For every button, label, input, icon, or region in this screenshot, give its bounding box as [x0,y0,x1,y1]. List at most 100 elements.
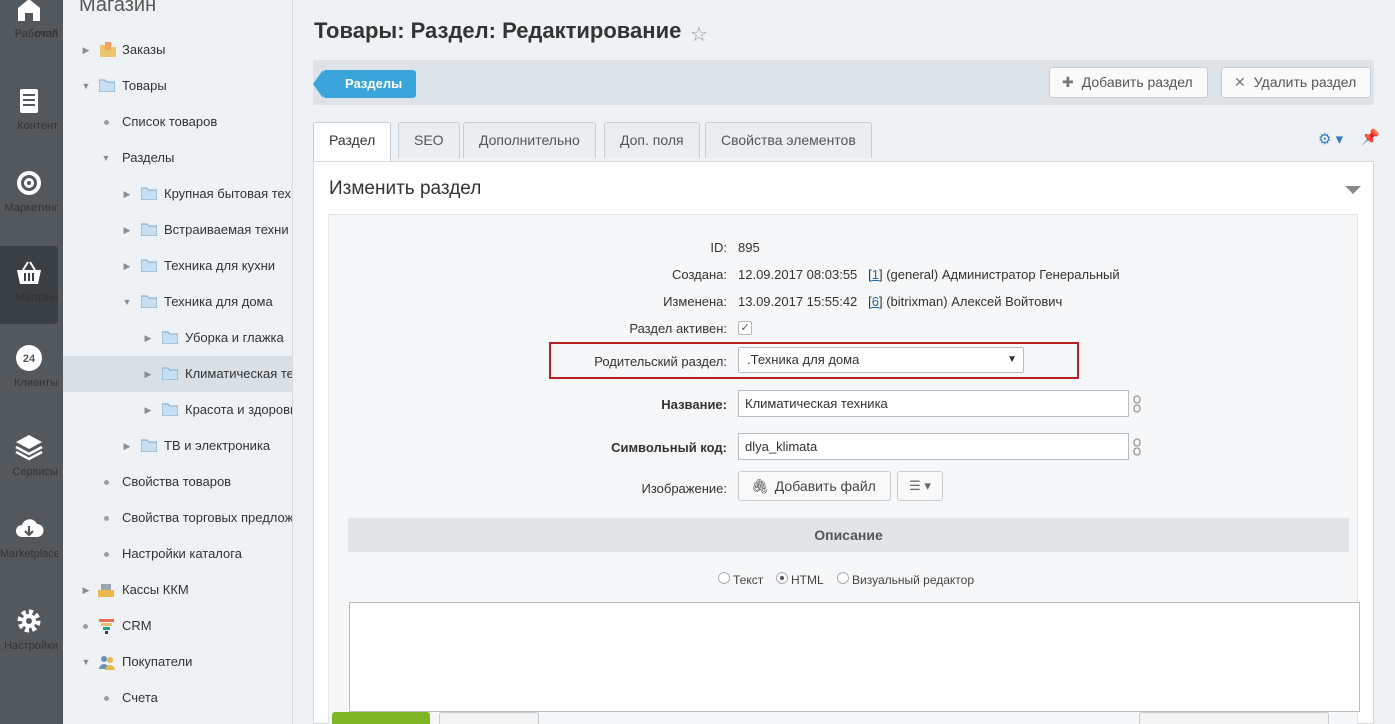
rail-item-content[interactable]: Контент [0,86,58,166]
modified-user-link[interactable]: 6 [872,294,879,309]
chevron-right-icon[interactable]: ▶ [143,356,153,392]
save-button[interactable] [332,712,430,724]
bullet [104,120,109,125]
image-label: Изображение: [641,481,727,496]
add-section-button[interactable]: ✚ Добавить раздел [1049,67,1208,98]
edit-panel: Изменить раздел ID: 895 Создана: 12.09.2… [313,161,1374,724]
apply-button[interactable] [439,712,539,724]
tab-seo[interactable]: SEO [398,122,460,158]
tree-item-orders[interactable]: ▶ Заказы [63,32,292,68]
folder-icon [141,223,157,236]
tree-item-tv[interactable]: ▶ ТВ и электроника [63,428,292,464]
rail-item-marketplace[interactable]: Marketplace [0,514,58,594]
target-icon [17,171,41,195]
left-rail: Рабочий стол Контент Маркетинг Магазин 2… [0,0,63,724]
delete-section-button[interactable]: ✕ Удалить раздел [1221,67,1372,98]
created-value: 12.09.2017 08:03:55 [1] (general) Админи… [738,267,1120,282]
active-checkbox[interactable]: ✓ [738,321,752,335]
tab-element-props[interactable]: Свойства элементов [705,122,872,158]
rail-label: Настройки [4,640,58,652]
collapse-icon[interactable] [1345,186,1361,194]
add-file-label: Добавить файл [774,478,876,494]
rail-item-services[interactable]: Сервисы [0,432,58,512]
tree-item-label: Красота и здоровь [185,402,293,417]
radio-visual-editor-label: Визуальный редактор [852,573,975,587]
crm-funnel-icon [99,619,114,634]
code-input[interactable]: dlya_klimata [738,433,1129,460]
tree-item-product-list[interactable]: Список товаров [63,104,292,140]
sections-button[interactable]: Разделы [312,70,417,98]
bullet [83,624,88,629]
tree-item-sections[interactable]: ▼ Разделы [63,140,292,176]
chevron-right-icon[interactable]: ▶ [122,176,132,212]
rail-item-clients[interactable]: 24 Клиенты [0,343,58,423]
parent-section-select[interactable]: .Техника для дома ▼ [738,347,1024,373]
folder-icon [141,187,157,200]
close-icon: ✕ [1234,74,1246,90]
tree-item-beauty[interactable]: ▶ Красота и здоровь [63,392,293,428]
tab-section[interactable]: Раздел [313,122,392,162]
file-menu-button[interactable]: ☰ ▾ [897,471,943,501]
pin-icon[interactable]: 📌 [1361,128,1380,146]
rail-item-settings[interactable]: Настройки [0,606,58,686]
chevron-down-icon[interactable]: ▼ [101,140,111,176]
created-label: Создана: [672,267,727,282]
chevron-down-icon[interactable]: ▼ [81,68,91,104]
radio-visual-editor[interactable] [837,572,849,584]
tree-item-label: Кассы ККМ [122,582,189,597]
chain-link-icon[interactable] [1132,438,1142,456]
paperclip-icon: 🖇 [751,478,769,494]
chevron-right-icon[interactable]: ▶ [143,392,153,428]
page-title: Товары: Раздел: Редактирование [314,18,682,43]
gear-icon [17,609,41,633]
tree-item-offer-props[interactable]: Свойства торговых предлож [63,500,292,536]
chevron-right-icon[interactable]: ▶ [81,32,91,68]
chevron-right-icon[interactable]: ▶ [143,320,153,356]
tab-extra-fields[interactable]: Доп. поля [604,122,700,158]
plus-icon: ✚ [1062,74,1074,90]
tree-item-cleaning[interactable]: ▶ Уборка и глажка [63,320,292,356]
settings-gear-icon[interactable]: ⚙ ▾ [1318,130,1343,148]
name-input[interactable]: Климатическая техника [738,390,1129,417]
tree-item-kitchen[interactable]: ▶ Техника для кухни [63,248,292,284]
code-label: Символьный код: [611,440,727,455]
tab-additional[interactable]: Дополнительно [463,122,596,158]
tree-item-large-appliances[interactable]: ▶ Крупная бытовая тех [63,176,292,212]
rail-label: Маркетинг [4,202,58,214]
cloud-download-icon [16,519,44,537]
star-icon[interactable]: ☆ [690,22,708,47]
chevron-right-icon[interactable]: ▶ [122,248,132,284]
tree-item-built-in[interactable]: ▶ Встраиваемая техни [63,212,292,248]
tree-item-label: ТВ и электроника [164,438,271,453]
tree-item-crm[interactable]: CRM [63,608,292,644]
tree-item-products[interactable]: ▼ Товары [63,68,292,104]
rail-item-shop[interactable]: Магазин [0,246,58,324]
chevron-right-icon[interactable]: ▶ [122,212,132,248]
rail-label: стол [35,28,58,40]
tree-item-climate[interactable]: ▶ Климатическая те [63,356,292,392]
tree-item-home[interactable]: ▼ Техника для дома [63,284,292,320]
radio-html[interactable] [776,572,788,584]
tree-item-kkm[interactable]: ▶ Кассы ККМ [63,572,292,608]
add-file-button[interactable]: 🖇 Добавить файл [738,471,891,501]
chevron-right-icon[interactable]: ▶ [81,572,91,608]
chevron-down-icon[interactable]: ▼ [81,644,91,680]
rail-item-desktop[interactable]: Рабочий стол [0,0,58,74]
main-content: Товары: Раздел: Редактирование ☆ Разделы… [293,0,1395,724]
radio-text[interactable] [718,572,730,584]
chevron-down-icon[interactable]: ▼ [122,284,132,320]
cancel-button[interactable] [1139,712,1329,724]
folder-icon [141,259,157,272]
created-user-link[interactable]: 1 [872,267,879,282]
chain-link-icon[interactable] [1132,395,1142,413]
rail-item-marketing[interactable]: Маркетинг [0,168,58,248]
tree-item-label: Покупатели [122,654,193,669]
svg-text:24: 24 [23,353,36,365]
tree-item-customers[interactable]: ▼ Покупатели [63,644,292,680]
dropdown-arrow-icon: ▼ [1007,354,1017,365]
tree-item-catalog-settings[interactable]: Настройки каталога [63,536,292,572]
chevron-right-icon[interactable]: ▶ [122,428,132,464]
description-editor[interactable] [349,602,1360,712]
tree-item-product-props[interactable]: Свойства товаров [63,464,292,500]
tree-item-invoices[interactable]: Счета [63,680,292,716]
